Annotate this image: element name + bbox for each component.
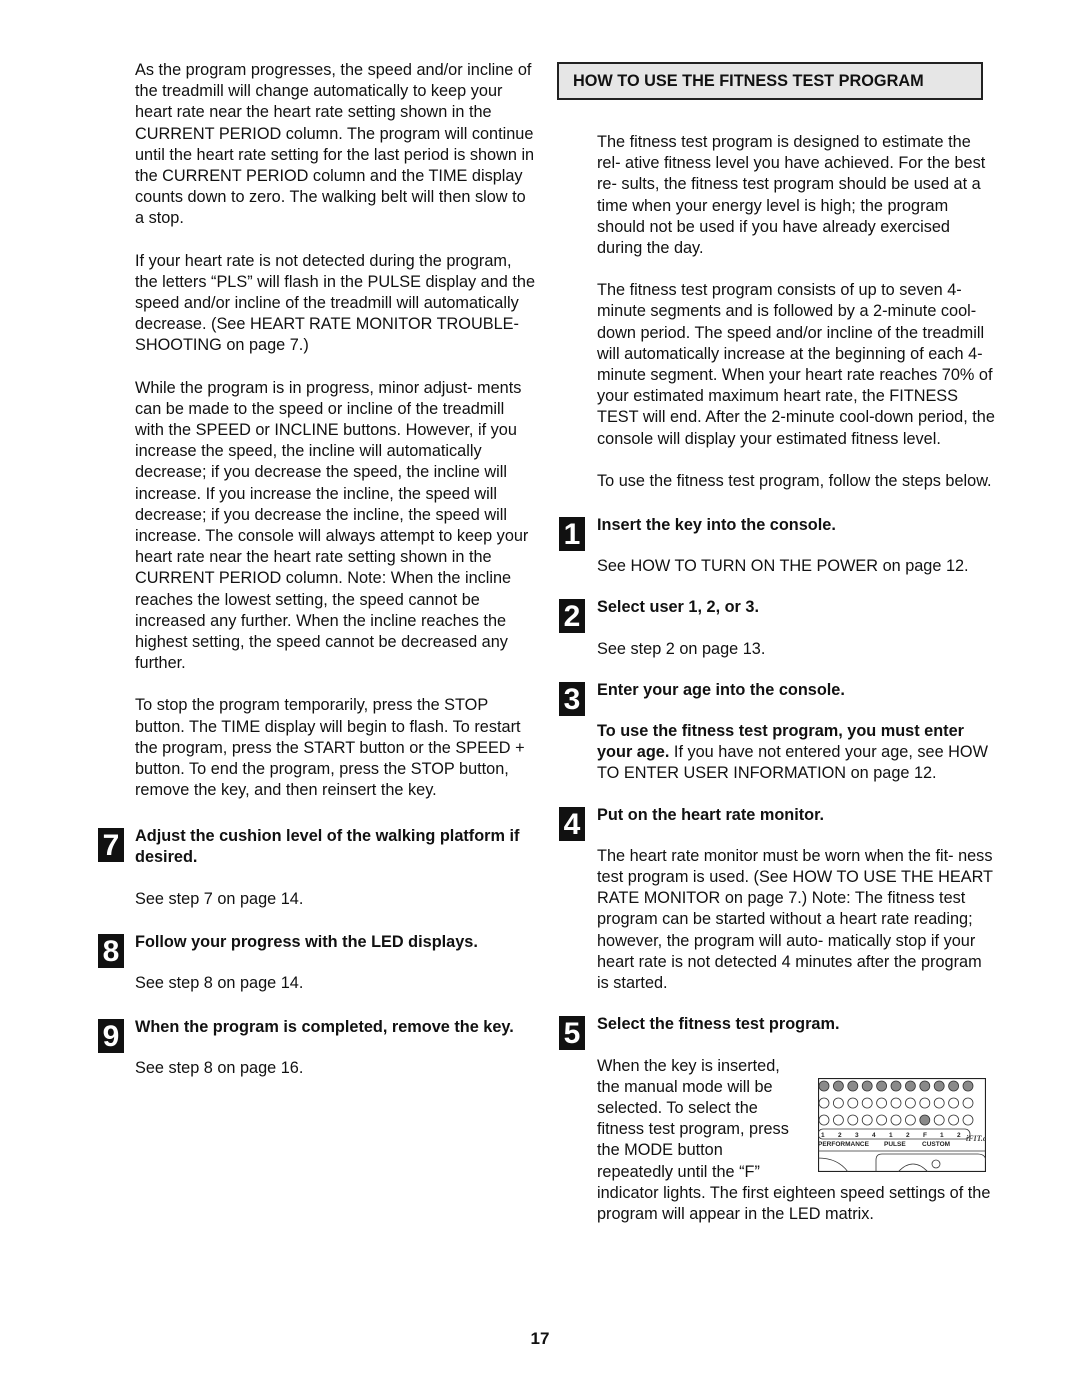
paragraph: To stop the program temporarily, press t…	[135, 696, 525, 800]
led-dot	[890, 1097, 902, 1109]
paragraph: While the program is in progress, minor …	[135, 378, 529, 673]
paragraph: The fitness test program consists of up …	[597, 281, 995, 448]
led-dot	[919, 1080, 931, 1092]
step-body: The heart rate monitor must be worn when…	[597, 846, 993, 993]
brand-logo: iFIT.com	[966, 1134, 986, 1143]
step-body: See step 8 on page 14.	[135, 974, 304, 993]
step-4: 4 Put on the heart rate monitor. The hea…	[559, 805, 997, 995]
led-dot	[962, 1080, 974, 1092]
led-dot	[962, 1097, 974, 1109]
step-body: See step 7 on page 14.	[135, 889, 304, 908]
step-title: Put on the heart rate monitor.	[597, 805, 825, 824]
step-number-badge: 7	[98, 827, 124, 862]
led-dot	[962, 1114, 974, 1126]
step-number-badge: 4	[559, 806, 585, 841]
step-number-badge: 1	[559, 517, 585, 552]
step-9: 9 When the program is completed, remove …	[98, 1017, 535, 1079]
step-title: Insert the key into the console.	[597, 516, 836, 535]
page-number: 17	[530, 1329, 550, 1348]
step-body: See step 8 on page 16.	[135, 1058, 304, 1077]
led-dot	[818, 1097, 830, 1109]
led-dot	[905, 1114, 916, 1126]
led-dot	[832, 1114, 844, 1126]
led-dot	[847, 1097, 859, 1109]
led-dot	[876, 1114, 887, 1126]
step-2: 2 Select user 1, 2, or 3. See step 2 on …	[559, 597, 997, 659]
group-label-pulse: PULSE	[884, 1141, 906, 1148]
led-dot	[861, 1097, 873, 1109]
paragraph: To use the fitness test program, follow …	[597, 471, 992, 490]
led-dot	[933, 1114, 945, 1126]
led-dot	[847, 1080, 859, 1092]
step-title: When the program is completed, remove th…	[135, 1017, 514, 1036]
step-title: Select the fitness test program.	[597, 1015, 840, 1034]
led-dot	[948, 1080, 960, 1092]
section-header: HOW TO USE THE FITNESS TEST PROGRAM	[557, 62, 983, 100]
led-dot	[832, 1080, 844, 1092]
indicator-label: 2	[906, 1132, 910, 1139]
indicator-label: 1	[821, 1132, 825, 1139]
console-frame	[818, 1078, 986, 1172]
indicator-label: 2	[838, 1132, 842, 1139]
led-matrix	[818, 1080, 974, 1126]
led-dot	[948, 1097, 960, 1109]
step-title: Adjust the cushion level of the walking …	[135, 826, 520, 866]
led-dot	[876, 1097, 887, 1109]
indicator-label: 1	[889, 1132, 893, 1139]
led-dot	[948, 1114, 960, 1126]
led-dot	[905, 1080, 916, 1092]
led-dot	[933, 1080, 945, 1092]
led-dot	[876, 1080, 887, 1092]
step-body: See step 2 on page 13.	[597, 639, 766, 658]
step-3: 3 Enter your age into the console. To us…	[559, 680, 997, 785]
step-1: 1 Insert the key into the console. See H…	[559, 515, 997, 577]
right-column: The fitness test program is designed to …	[559, 132, 997, 1225]
paragraph: The fitness test program is designed to …	[597, 133, 986, 258]
paragraph: As the program progresses, the speed and…	[135, 61, 535, 228]
led-dot	[919, 1097, 931, 1109]
step-title: Enter your age into the console.	[597, 680, 845, 699]
step-number-badge: 8	[98, 934, 124, 969]
group-label-performance: PERFORMANCE	[818, 1141, 870, 1148]
step-title: Select user 1, 2, or 3.	[597, 598, 759, 617]
led-dot	[933, 1097, 945, 1109]
console-led-matrix-illustration: 1 2 3 4 1 2 F 1 2 PERFORMANCE PULSE CUSTOM iFIT.…	[818, 1078, 986, 1172]
led-dot	[847, 1114, 859, 1126]
led-dot	[890, 1114, 902, 1126]
led-dot	[861, 1114, 873, 1126]
step-body: indicator lights. The first eighteen spe…	[597, 1183, 991, 1223]
led-dot	[818, 1114, 830, 1126]
step-number-badge: 3	[559, 681, 585, 716]
step-body: See HOW TO TURN ON THE POWER on page 12.	[597, 557, 969, 576]
step-body-wrapped: When the key is inserted, the manual mod…	[597, 1056, 789, 1181]
led-dot	[818, 1080, 830, 1092]
step-8: 8 Follow your progress with the LED disp…	[98, 932, 535, 994]
led-dot	[832, 1097, 844, 1109]
step-7: 7 Adjust the cushion level of the walkin…	[98, 826, 535, 911]
indicator-label: 3	[855, 1132, 859, 1139]
indicator-label: 1	[940, 1132, 944, 1139]
step-number-badge: 2	[559, 599, 585, 634]
group-label-custom: CUSTOM	[922, 1141, 950, 1148]
led-dot	[861, 1080, 873, 1092]
paragraph: If your heart rate is not detected durin…	[135, 251, 535, 355]
left-column: As the program progresses, the speed and…	[98, 60, 535, 1099]
indicator-label: 2	[957, 1132, 961, 1139]
indicator-label: 4	[872, 1132, 876, 1139]
step-body: To use the fitness test program, you mus…	[597, 721, 997, 785]
indicator-label: F	[923, 1132, 927, 1139]
led-dot	[905, 1097, 916, 1109]
step-title: Follow your progress with the LED displa…	[135, 933, 478, 952]
step-number-badge: 9	[98, 1018, 124, 1053]
step-number-badge: 5	[559, 1016, 585, 1051]
led-dot	[919, 1114, 931, 1126]
led-dot	[890, 1080, 902, 1092]
